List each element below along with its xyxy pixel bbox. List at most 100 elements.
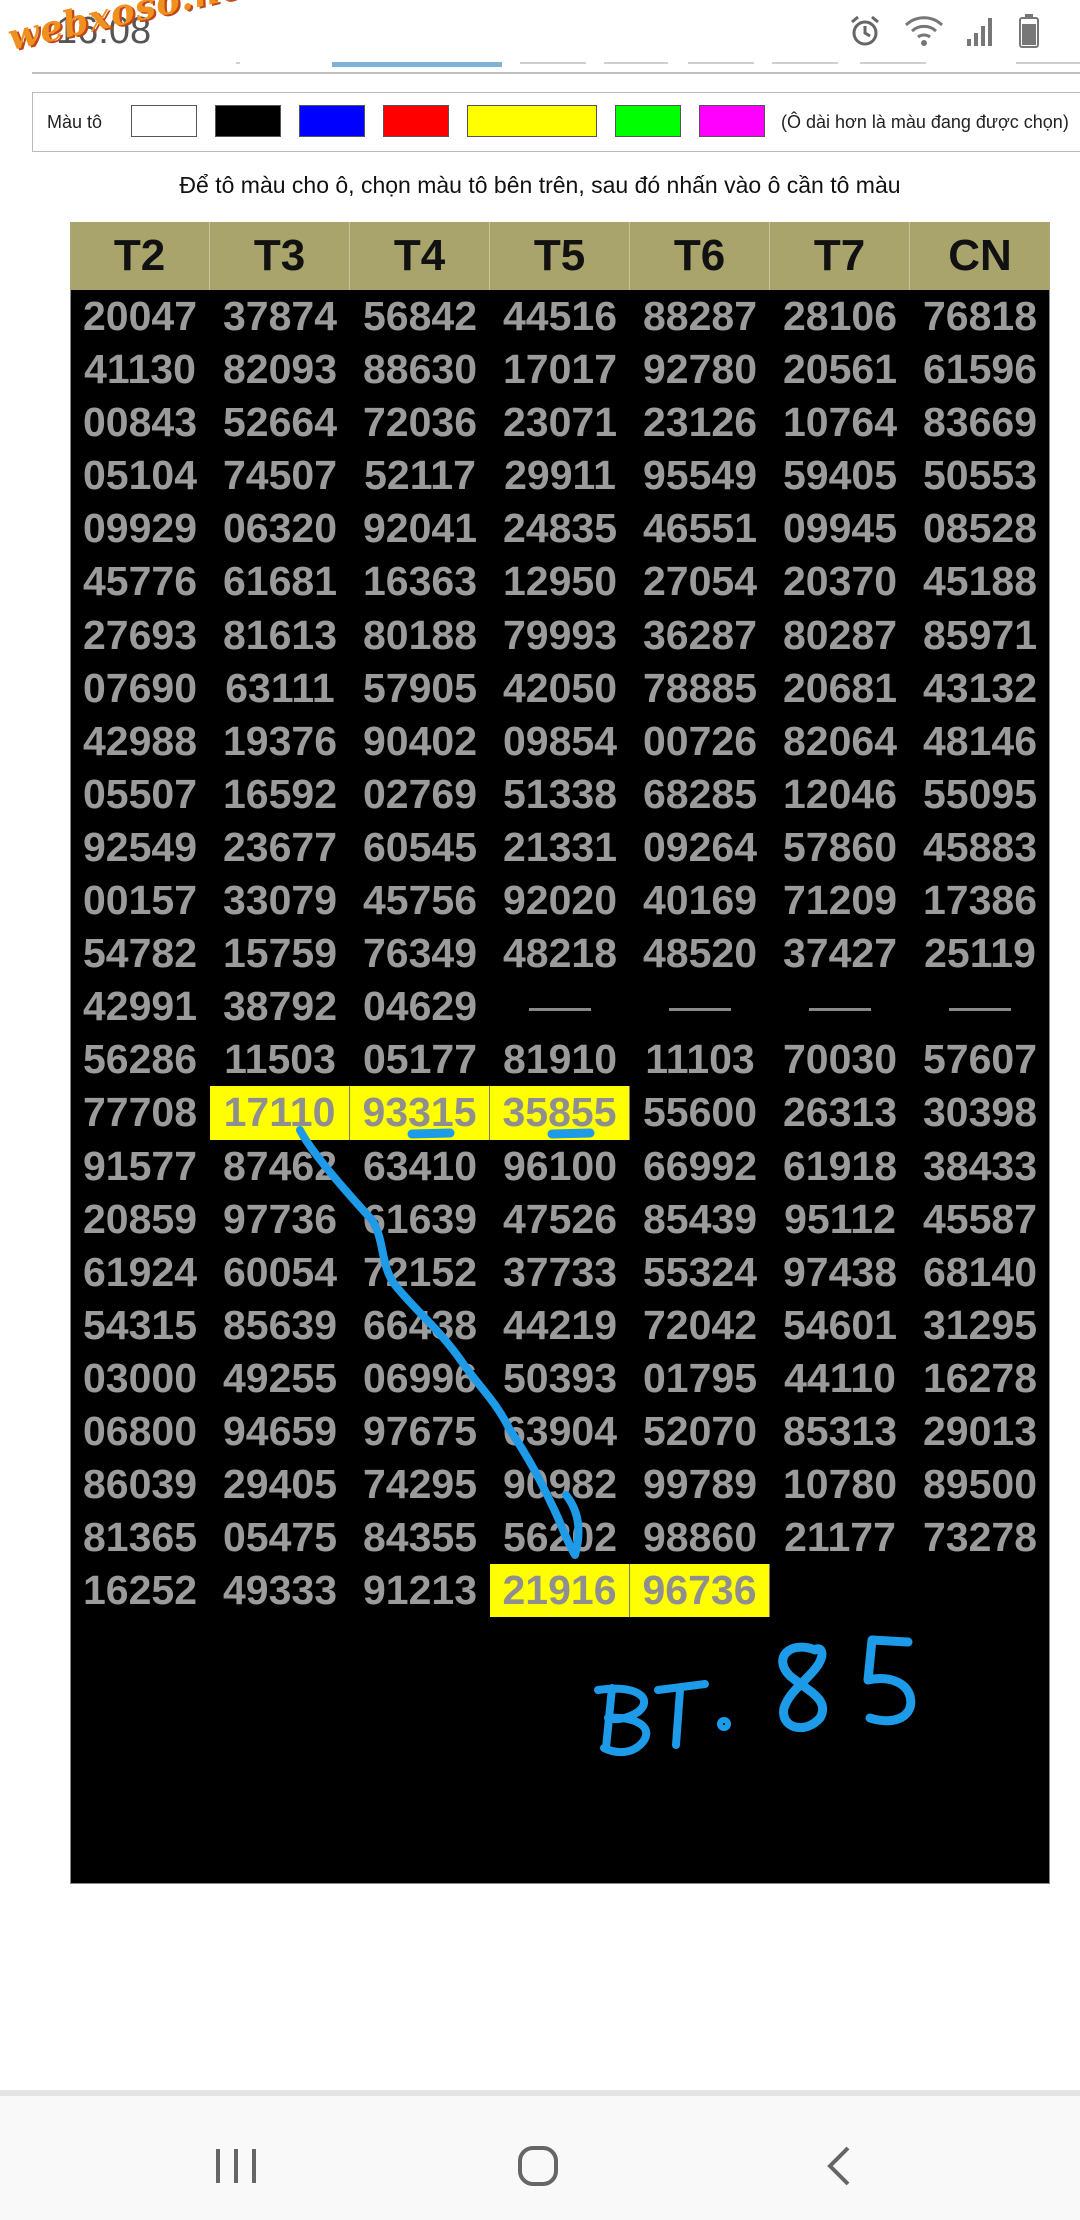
table-cell[interactable]: 61918 [770, 1140, 910, 1193]
table-cell[interactable]: 23677 [210, 821, 350, 874]
table-cell[interactable]: 82093 [210, 343, 350, 396]
table-cell[interactable]: 54601 [770, 1299, 910, 1352]
table-cell[interactable]: 57860 [770, 821, 910, 874]
table-cell[interactable]: 20859 [70, 1193, 210, 1246]
table-cell[interactable]: 57607 [910, 1033, 1050, 1086]
table-cell[interactable]: 61681 [210, 555, 350, 608]
table-cell[interactable]: 00843 [70, 396, 210, 449]
table-cell[interactable]: 40169 [630, 874, 770, 927]
table-cell[interactable]: 05475 [210, 1511, 350, 1564]
table-cell[interactable]: 21177 [770, 1511, 910, 1564]
table-cell[interactable]: 80188 [350, 609, 490, 662]
table-cell[interactable]: 71209 [770, 874, 910, 927]
table-cell[interactable]: 85313 [770, 1405, 910, 1458]
table-cell[interactable]: 66992 [630, 1140, 770, 1193]
table-cell[interactable]: 09264 [630, 821, 770, 874]
table-cell[interactable]: 27054 [630, 555, 770, 608]
table-cell[interactable]: 36287 [630, 609, 770, 662]
table-cell[interactable]: 45883 [910, 821, 1050, 874]
table-cell[interactable]: 90982 [490, 1458, 630, 1511]
table-cell[interactable]: 33079 [210, 874, 350, 927]
table-cell[interactable]: 61639 [350, 1193, 490, 1246]
table-cell[interactable]: 11503 [210, 1033, 350, 1086]
table-cell[interactable]: 96100 [490, 1140, 630, 1193]
table-cell[interactable]: 38433 [910, 1140, 1050, 1193]
table-cell[interactable]: 17017 [490, 343, 630, 396]
table-cell[interactable]: 10764 [770, 396, 910, 449]
table-cell[interactable]: 97675 [350, 1405, 490, 1458]
table-cell[interactable]: 83669 [910, 396, 1050, 449]
table-cell[interactable]: 49255 [210, 1352, 350, 1405]
table-cell[interactable]: 66438 [350, 1299, 490, 1352]
table-cell[interactable]: 16363 [350, 555, 490, 608]
table-cell[interactable]: 29405 [210, 1458, 350, 1511]
table-cell[interactable]: 00157 [70, 874, 210, 927]
table-cell[interactable]: 26313 [770, 1086, 910, 1139]
table-cell[interactable]: 81365 [70, 1511, 210, 1564]
table-cell[interactable]: 45587 [910, 1193, 1050, 1246]
table-cell[interactable]: 48218 [490, 927, 630, 980]
table-cell[interactable]: 50393 [490, 1352, 630, 1405]
table-cell[interactable]: 09929 [70, 502, 210, 555]
table-cell[interactable]: 29911 [490, 449, 630, 502]
table-cell[interactable]: 88287 [630, 290, 770, 343]
table-cell[interactable]: 78885 [630, 662, 770, 715]
table-cell[interactable]: 61924 [70, 1246, 210, 1299]
table-cell[interactable]: 42991 [70, 980, 210, 1033]
table-cell-highlighted[interactable]: 35855 [490, 1086, 630, 1140]
table-cell[interactable]: 79993 [490, 609, 630, 662]
table-cell[interactable]: 44219 [490, 1299, 630, 1352]
table-cell[interactable]: 48520 [630, 927, 770, 980]
table-cell[interactable]: 54315 [70, 1299, 210, 1352]
table-cell[interactable]: 10780 [770, 1458, 910, 1511]
table-cell[interactable] [630, 980, 770, 1033]
table-cell[interactable]: 73278 [910, 1511, 1050, 1564]
table-cell[interactable]: 16252 [70, 1564, 210, 1617]
table-cell[interactable]: 74295 [350, 1458, 490, 1511]
table-cell[interactable]: 37874 [210, 290, 350, 343]
table-cell[interactable]: 43132 [910, 662, 1050, 715]
table-cell[interactable]: 57905 [350, 662, 490, 715]
table-cell[interactable] [770, 980, 910, 1033]
table-cell[interactable]: 72042 [630, 1299, 770, 1352]
table-cell[interactable]: 86039 [70, 1458, 210, 1511]
table-cell[interactable]: 06996 [350, 1352, 490, 1405]
table-cell[interactable]: 88630 [350, 343, 490, 396]
table-cell[interactable]: 20047 [70, 290, 210, 343]
table-cell[interactable]: 81613 [210, 609, 350, 662]
table-cell[interactable]: 01795 [630, 1352, 770, 1405]
table-cell[interactable]: 85439 [630, 1193, 770, 1246]
swatch-green[interactable] [615, 105, 681, 137]
table-cell[interactable]: 52070 [630, 1405, 770, 1458]
back-icon[interactable] [810, 2136, 870, 2196]
table-cell[interactable]: 81910 [490, 1033, 630, 1086]
table-cell[interactable]: 07690 [70, 662, 210, 715]
table-cell[interactable]: 60545 [350, 821, 490, 874]
table-cell[interactable]: 85639 [210, 1299, 350, 1352]
table-cell[interactable]: 06800 [70, 1405, 210, 1458]
table-cell[interactable]: 97736 [210, 1193, 350, 1246]
table-cell[interactable]: 47526 [490, 1193, 630, 1246]
table-cell[interactable] [910, 980, 1050, 1033]
table-cell[interactable]: 42988 [70, 715, 210, 768]
table-cell[interactable]: 44110 [770, 1352, 910, 1405]
table-cell[interactable]: 20561 [770, 343, 910, 396]
table-cell[interactable]: 20370 [770, 555, 910, 608]
table-cell[interactable]: 20681 [770, 662, 910, 715]
home-icon[interactable] [508, 2136, 568, 2196]
swatch-yellow-selected[interactable] [467, 105, 597, 137]
table-cell[interactable]: 04629 [350, 980, 490, 1033]
table-cell[interactable]: 48146 [910, 715, 1050, 768]
table-cell[interactable]: 45188 [910, 555, 1050, 608]
table-cell[interactable]: 72036 [350, 396, 490, 449]
table-cell[interactable]: 23126 [630, 396, 770, 449]
table-cell[interactable]: 56202 [490, 1511, 630, 1564]
table-cell[interactable]: 63410 [350, 1140, 490, 1193]
table-cell[interactable]: 87462 [210, 1140, 350, 1193]
table-cell[interactable]: 09854 [490, 715, 630, 768]
table-cell[interactable]: 12046 [770, 768, 910, 821]
table-cell[interactable]: 46551 [630, 502, 770, 555]
table-cell[interactable]: 82064 [770, 715, 910, 768]
table-cell[interactable]: 91213 [350, 1564, 490, 1617]
table-cell[interactable]: 60054 [210, 1246, 350, 1299]
